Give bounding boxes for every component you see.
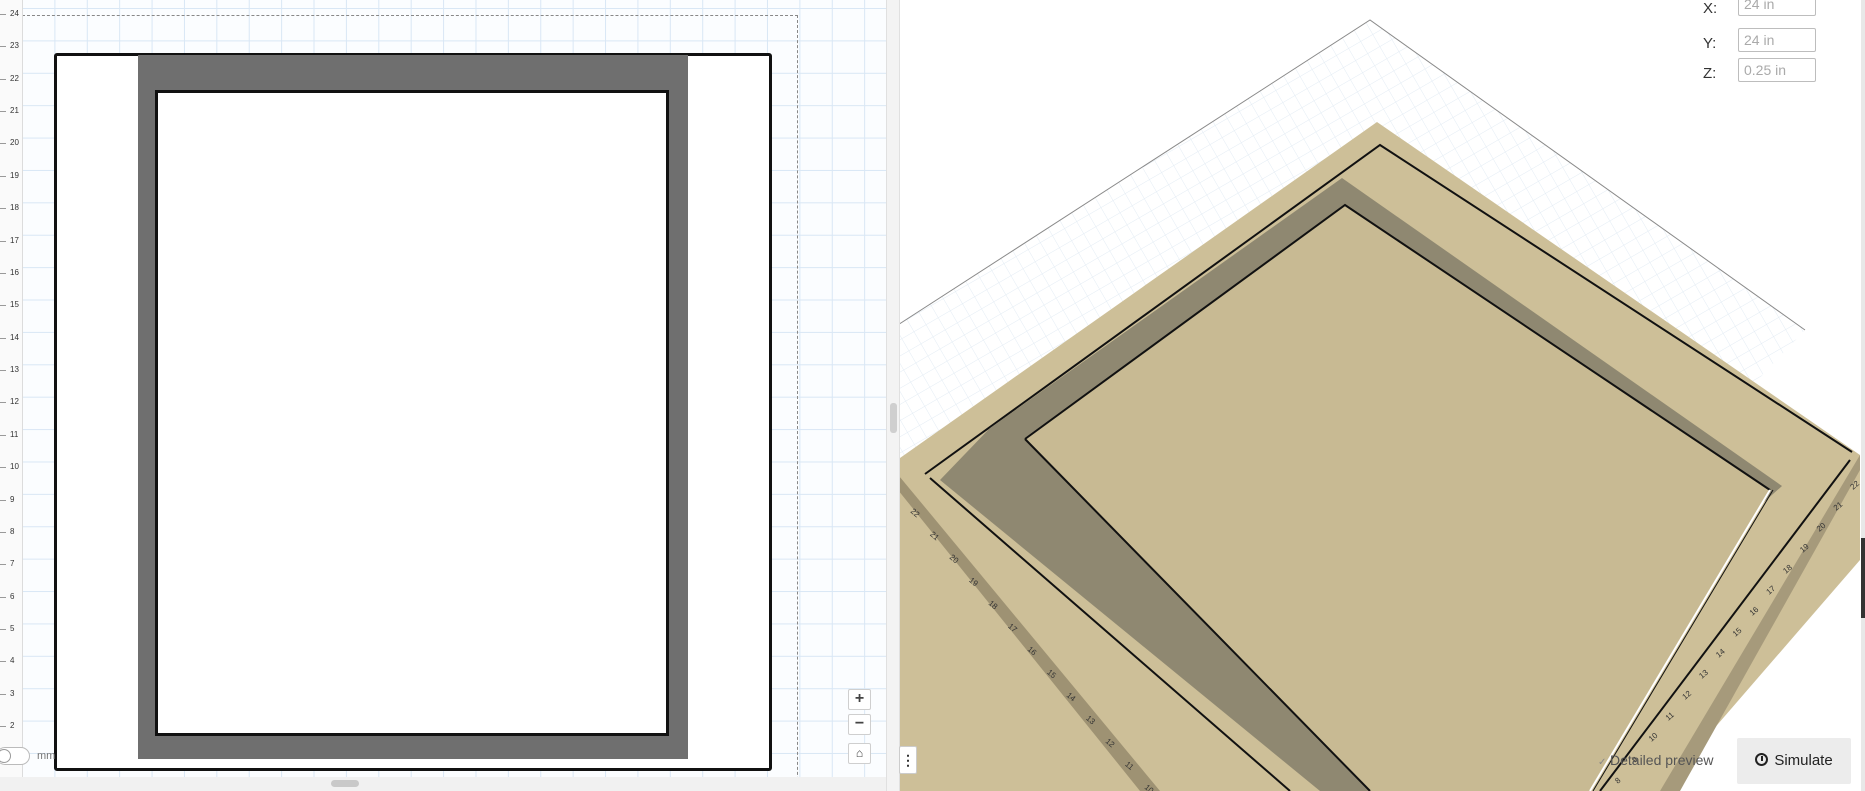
ruler-tick: 5 (0, 625, 22, 633)
dimensions-panel: X: Y: Z: (1703, 0, 1843, 90)
ruler-tick: 8 (0, 528, 22, 536)
clock-icon (1755, 753, 1769, 766)
ruler-tick: 14 (0, 334, 22, 342)
home-view-button[interactable]: ⌂ (848, 743, 871, 764)
z-label: Z: (1703, 65, 1717, 82)
pane-splitter[interactable] (886, 0, 900, 791)
check-icon: ✓ (1598, 757, 1607, 768)
units-toggle[interactable] (0, 747, 30, 765)
horizontal-scroll-thumb[interactable] (331, 780, 359, 787)
dim-row-z: Z: (1703, 58, 1843, 90)
edge-marker (1861, 538, 1865, 578)
ruler-tick: 23 (0, 42, 22, 50)
simulate-label: Simulate (1774, 752, 1833, 769)
y-label: Y: (1703, 35, 1717, 52)
ruler-tick: 13 (0, 366, 22, 374)
ruler-tick: 18 (0, 204, 22, 212)
splitter-handle[interactable] (890, 403, 897, 433)
horizontal-scrollbar[interactable] (0, 777, 886, 791)
dim-row-x: X: (1703, 0, 1843, 30)
ruler-tick: 24 (0, 10, 22, 18)
ruler-tick: 11 (0, 431, 22, 439)
ruler-tick: 2 (0, 722, 22, 730)
ruler-tick: 22 (0, 75, 22, 83)
zoom-in-button[interactable]: + (848, 689, 871, 710)
ruler-tick: 16 (0, 269, 22, 277)
ruler-tick: 9 (0, 496, 22, 504)
ruler-tick: 12 (0, 398, 22, 406)
detailed-preview-label: Detailed preview (1610, 752, 1714, 768)
y-dimension-input[interactable] (1738, 28, 1816, 52)
right-edge-panel (1861, 0, 1865, 791)
units-label: mm (37, 750, 56, 762)
inner-panel-shape[interactable] (155, 90, 669, 736)
ruler-tick: 6 (0, 593, 22, 601)
design-canvas[interactable]: 24 23 22 21 20 19 18 17 16 15 14 13 12 1… (0, 0, 886, 791)
vertical-ruler: 24 23 22 21 20 19 18 17 16 15 14 13 12 1… (0, 0, 23, 791)
z-dimension-input[interactable] (1738, 58, 1816, 82)
preview-tools-button[interactable]: ⋮ (899, 746, 917, 774)
3d-preview[interactable]: 222120191817161514131211109 222120191817… (900, 0, 1865, 791)
ruler-tick: 19 (0, 172, 22, 180)
zoom-controls: + − ⌂ (848, 689, 871, 768)
x-dimension-input[interactable] (1738, 0, 1816, 16)
ruler-tick: 15 (0, 301, 22, 309)
ruler-tick: 4 (0, 657, 22, 665)
x-label: X: (1703, 0, 1718, 17)
ruler-tick: 7 (0, 560, 22, 568)
ruler-tick: 17 (0, 237, 22, 245)
zoom-out-button[interactable]: − (848, 714, 871, 735)
edge-marker (1861, 578, 1865, 618)
ruler-tick: 3 (0, 690, 22, 698)
simulate-button[interactable]: Simulate (1737, 738, 1851, 784)
detailed-preview-checkbox[interactable]: ✓ Detailed preview (1598, 752, 1714, 768)
3d-preview-render: 222120191817161514131211109 222120191817… (900, 19, 1862, 791)
ruler-tick: 21 (0, 107, 22, 115)
ruler-tick: 10 (0, 463, 22, 471)
ruler-tick: 20 (0, 139, 22, 147)
toggle-knob (0, 749, 11, 763)
dim-row-y: Y: (1703, 28, 1843, 60)
